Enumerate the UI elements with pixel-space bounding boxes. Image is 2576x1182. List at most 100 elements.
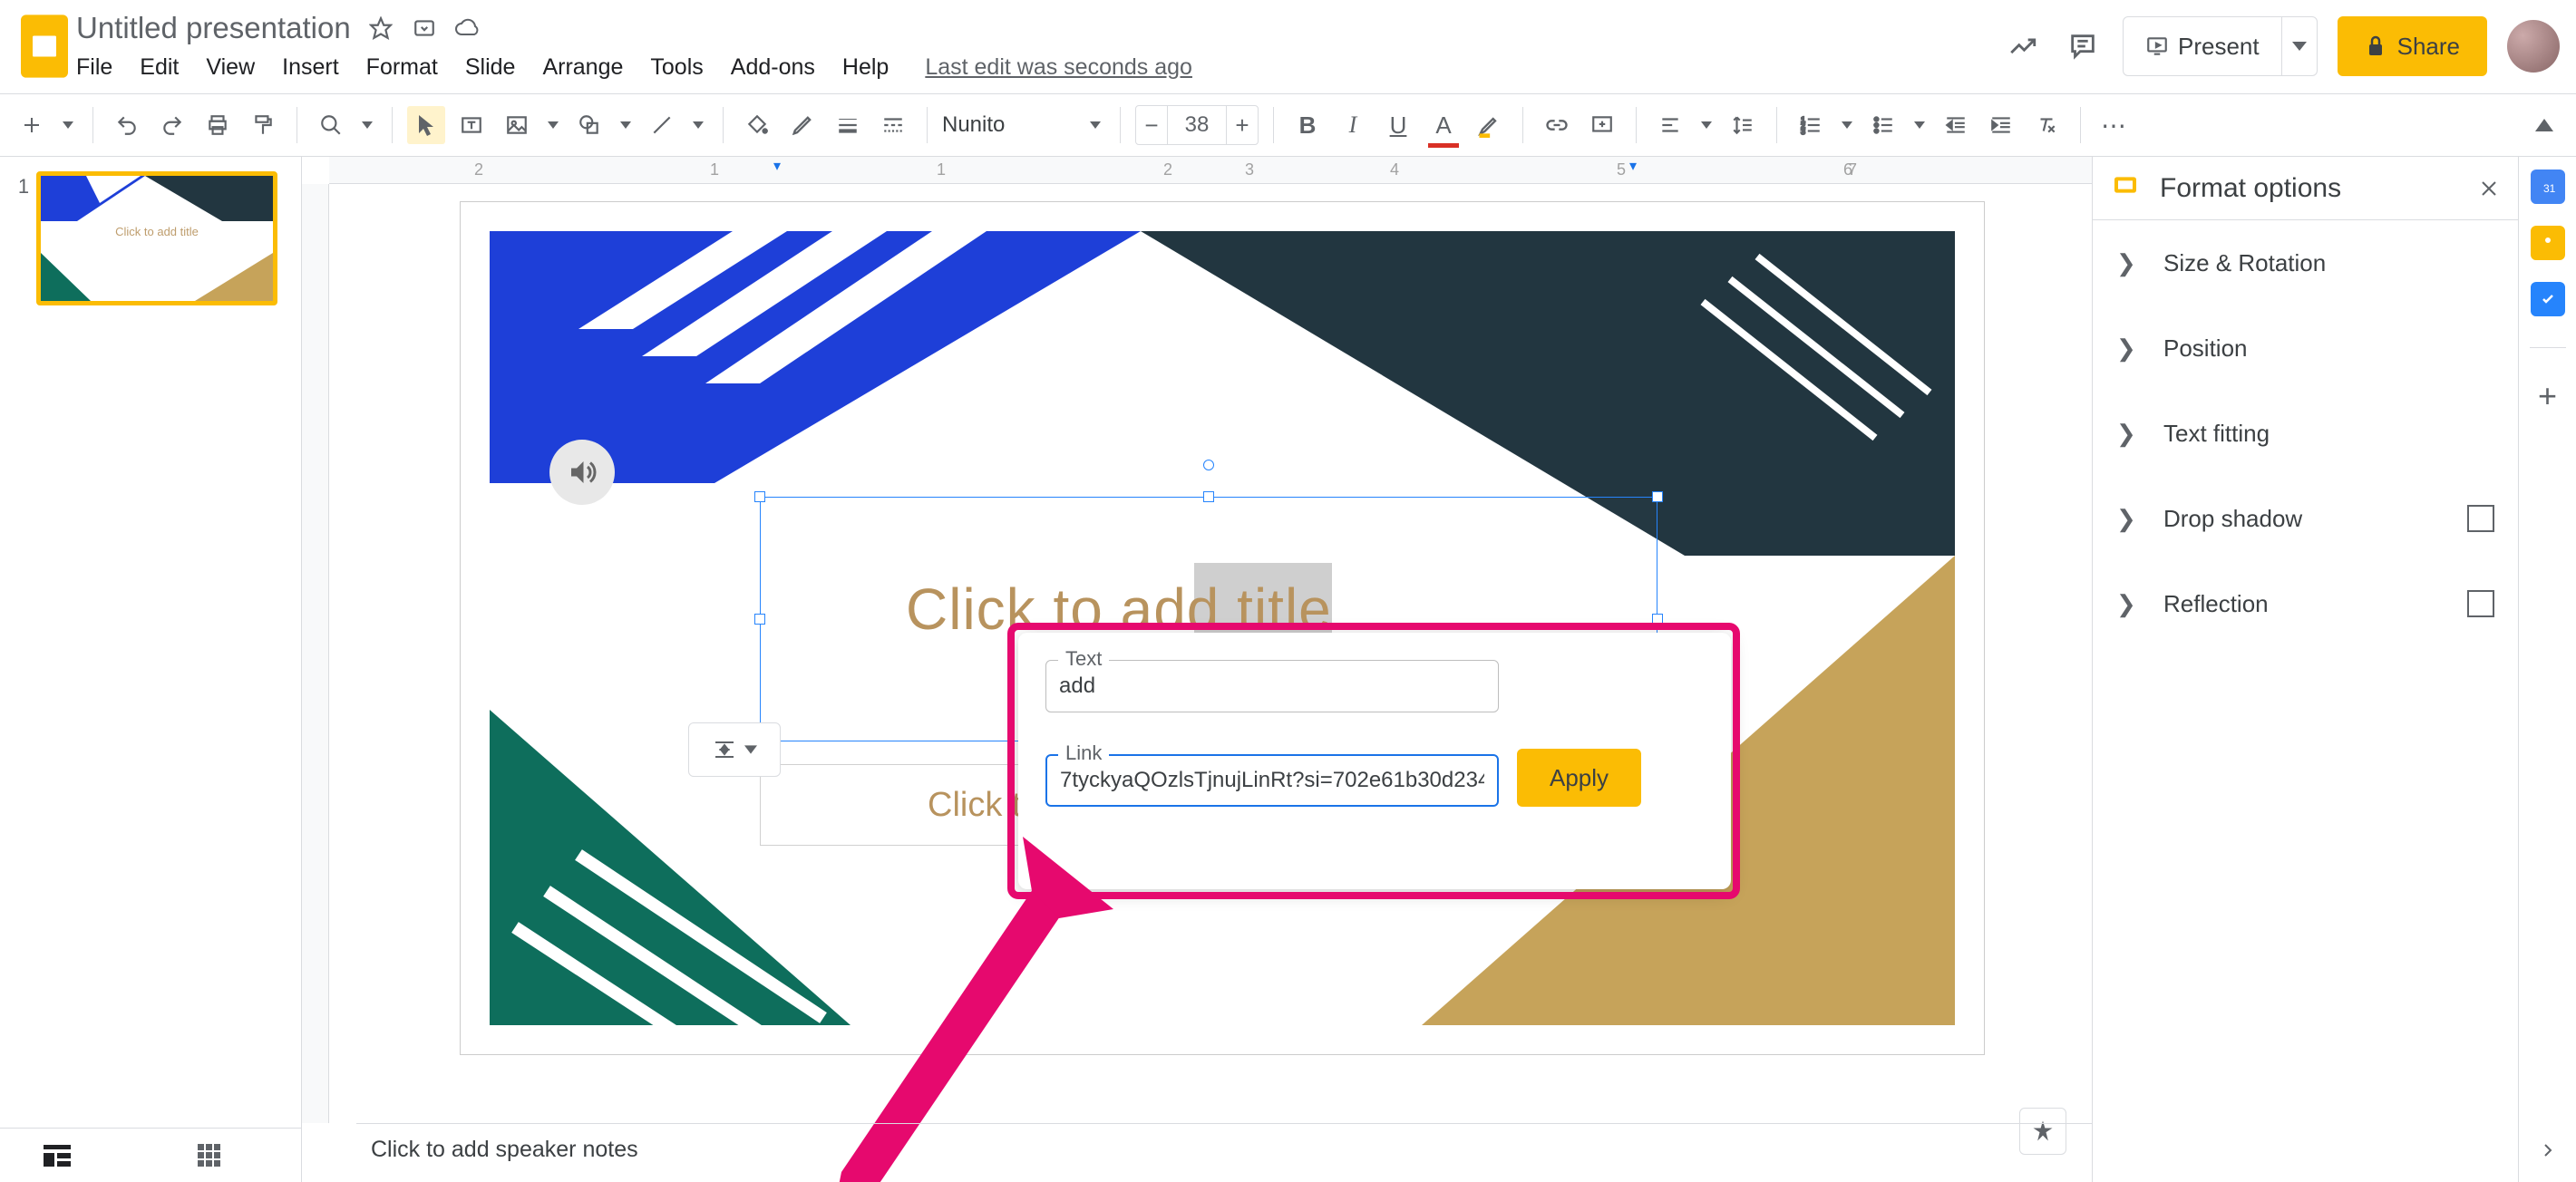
activity-icon[interactable] [2003, 26, 2043, 66]
menu-file[interactable]: File [76, 54, 112, 81]
menu-arrange[interactable]: Arrange [542, 54, 623, 81]
menu-edit[interactable]: Edit [140, 54, 179, 81]
bold-button[interactable]: B [1288, 106, 1327, 144]
link-text-label: Text [1058, 647, 1109, 671]
increase-indent-button[interactable] [1982, 106, 2020, 144]
print-button[interactable] [199, 106, 237, 144]
collapse-toolbar-button[interactable] [2525, 106, 2563, 144]
font-size-decrease[interactable]: − [1135, 105, 1168, 145]
link-text-input[interactable] [1045, 660, 1499, 712]
side-panel: 31 + [2518, 157, 2576, 1182]
new-slide-button[interactable] [13, 106, 51, 144]
hide-side-panel-button[interactable] [2531, 1133, 2565, 1167]
link-url-input[interactable] [1045, 754, 1499, 807]
section-text-fitting[interactable]: ❯ Text fitting [2093, 391, 2518, 476]
slide[interactable]: Click to add title Click t [461, 202, 1984, 1054]
reflection-checkbox[interactable] [2467, 590, 2494, 617]
more-button[interactable]: ⋯ [2095, 106, 2134, 144]
section-drop-shadow[interactable]: ❯ Drop shadow [2093, 476, 2518, 561]
shape-dropdown[interactable] [616, 121, 636, 129]
section-position[interactable]: ❯ Position [2093, 305, 2518, 391]
menu-format[interactable]: Format [366, 54, 438, 81]
section-size-rotation[interactable]: ❯ Size & Rotation [2093, 220, 2518, 305]
font-size-value[interactable]: 38 [1168, 105, 1226, 145]
grid-view-icon[interactable] [198, 1144, 221, 1167]
shape-tool[interactable] [570, 106, 608, 144]
underline-button[interactable]: U [1379, 106, 1417, 144]
align-button[interactable] [1651, 106, 1689, 144]
present-button[interactable]: Present [2124, 17, 2282, 75]
menu-help[interactable]: Help [842, 54, 889, 81]
present-dropdown[interactable] [2282, 17, 2317, 75]
numbered-list-button[interactable]: 123 [1792, 106, 1830, 144]
thumb-title: Click to add title [41, 225, 273, 238]
last-edit-link[interactable]: Last edit was seconds ago [925, 54, 1192, 81]
paint-format-button[interactable] [244, 106, 282, 144]
menu-slide[interactable]: Slide [465, 54, 516, 81]
header-bar: Untitled presentation File Edit View Ins… [0, 0, 2576, 93]
bulleted-list-dropdown[interactable] [1910, 121, 1930, 129]
drop-shadow-checkbox[interactable] [2467, 505, 2494, 532]
autofit-chip[interactable] [688, 722, 781, 777]
menu-view[interactable]: View [206, 54, 255, 81]
image-tool[interactable] [498, 106, 536, 144]
slides-logo[interactable] [13, 7, 76, 85]
star-icon[interactable] [367, 15, 394, 42]
border-weight-button[interactable] [829, 106, 867, 144]
line-spacing-button[interactable] [1724, 106, 1762, 144]
filmstrip-view-icon[interactable] [44, 1145, 71, 1167]
font-select[interactable] [942, 112, 1078, 138]
menu-tools[interactable]: Tools [650, 54, 703, 81]
format-options-title: Format options [2160, 173, 2341, 204]
calendar-icon[interactable]: 31 [2531, 170, 2565, 204]
cloud-status-icon[interactable] [454, 15, 481, 42]
speaker-notes[interactable]: Click to add speaker notes [356, 1123, 2092, 1182]
image-dropdown[interactable] [543, 121, 563, 129]
section-reflection[interactable]: ❯ Reflection [2093, 561, 2518, 646]
move-icon[interactable] [411, 15, 438, 42]
font-dropdown[interactable] [1085, 121, 1105, 129]
new-slide-dropdown[interactable] [58, 121, 78, 129]
vertical-ruler[interactable] [302, 184, 329, 1123]
keep-icon[interactable] [2531, 226, 2565, 260]
border-color-button[interactable] [783, 106, 821, 144]
zoom-dropdown[interactable] [357, 121, 377, 129]
align-dropdown[interactable] [1696, 121, 1716, 129]
link-url-label: Link [1058, 741, 1109, 765]
italic-button[interactable]: I [1334, 106, 1372, 144]
apply-button[interactable]: Apply [1517, 749, 1641, 807]
share-button[interactable]: Share [2338, 16, 2487, 76]
document-title[interactable]: Untitled presentation [76, 11, 351, 45]
menu-addons[interactable]: Add-ons [731, 54, 815, 81]
slide-thumbnail[interactable]: Click to add title [36, 171, 277, 305]
line-dropdown[interactable] [688, 121, 708, 129]
menu-insert[interactable]: Insert [282, 54, 339, 81]
clear-formatting-button[interactable] [2027, 106, 2066, 144]
comments-icon[interactable] [2063, 26, 2103, 66]
close-panel-button[interactable] [2478, 178, 2500, 199]
insert-link-button[interactable] [1538, 106, 1576, 144]
line-tool[interactable] [643, 106, 681, 144]
insert-comment-button[interactable] [1583, 106, 1621, 144]
chevron-right-icon: ❯ [2116, 249, 2142, 277]
border-dash-button[interactable] [874, 106, 912, 144]
tasks-icon[interactable] [2531, 282, 2565, 316]
present-button-group: Present [2123, 16, 2318, 76]
fill-color-button[interactable] [738, 106, 776, 144]
account-avatar[interactable] [2507, 20, 2560, 73]
subtitle-placeholder: Click t [928, 786, 1021, 825]
select-tool[interactable] [407, 106, 445, 144]
zoom-button[interactable] [312, 106, 350, 144]
font-size-increase[interactable]: + [1226, 105, 1259, 145]
audio-icon[interactable] [549, 440, 615, 505]
textbox-tool[interactable] [452, 106, 491, 144]
horizontal-ruler[interactable]: 2 1 1 2 3 4 5 6 7 ▾ ▾ [329, 157, 2092, 184]
numbered-list-dropdown[interactable] [1837, 121, 1857, 129]
decrease-indent-button[interactable] [1937, 106, 1975, 144]
addons-plus-icon[interactable]: + [2531, 379, 2565, 413]
redo-button[interactable] [153, 106, 191, 144]
bulleted-list-button[interactable] [1864, 106, 1902, 144]
text-color-button[interactable]: A [1424, 106, 1463, 144]
highlight-button[interactable] [1470, 106, 1508, 144]
undo-button[interactable] [108, 106, 146, 144]
